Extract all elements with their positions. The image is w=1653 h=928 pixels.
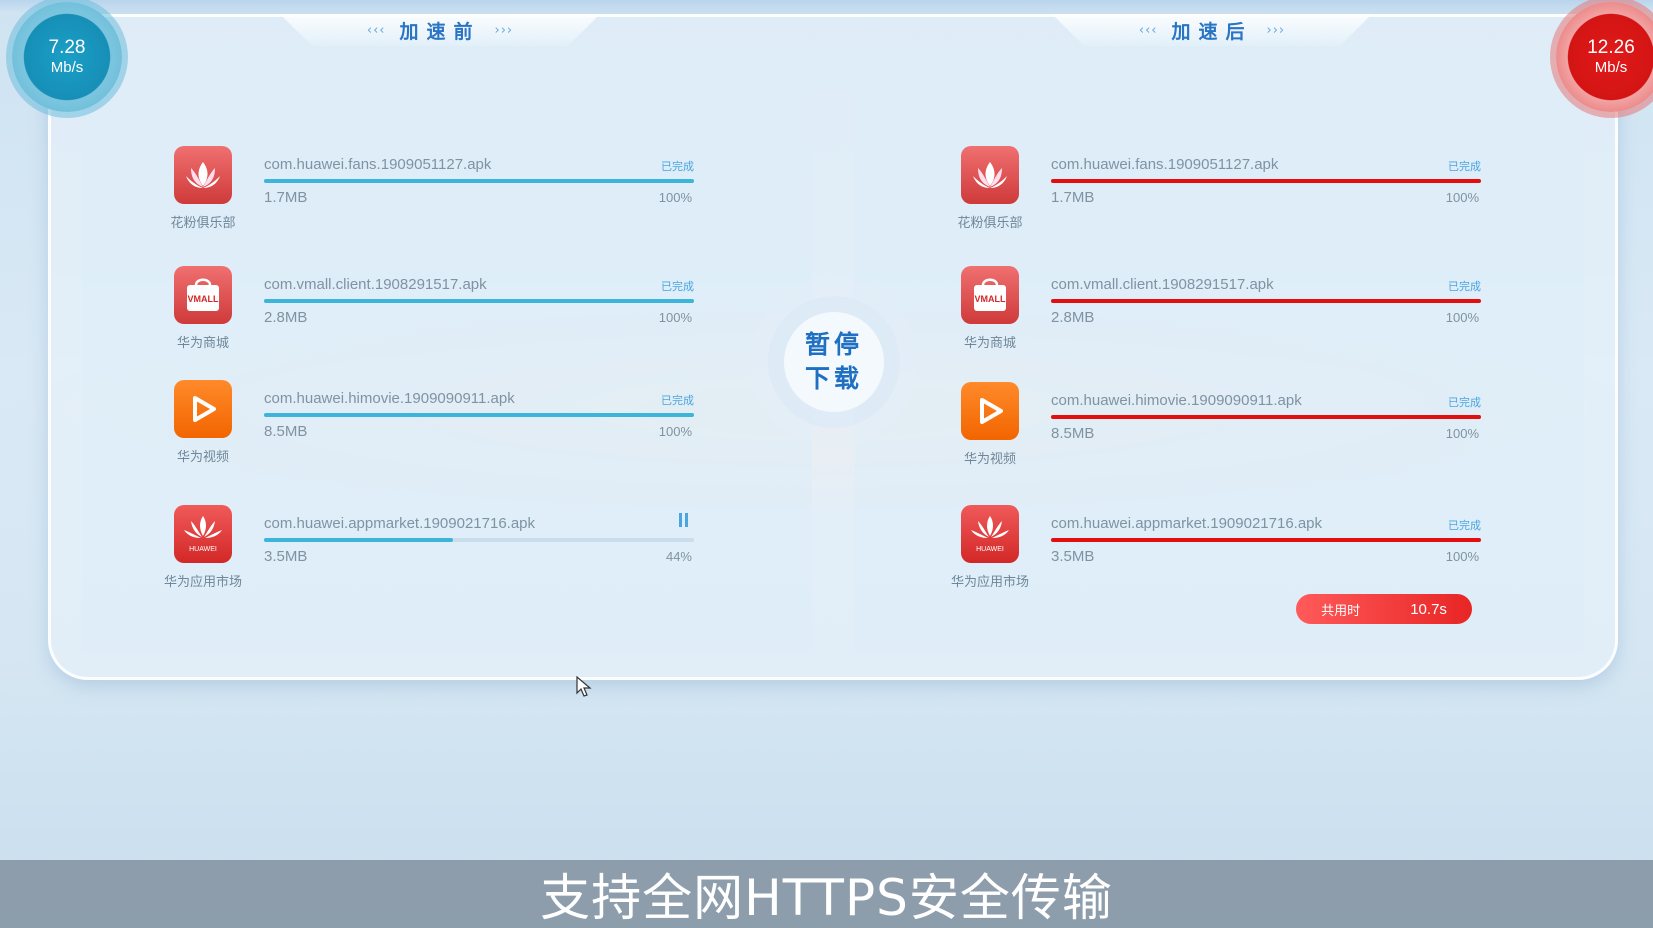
arrow-left-icon: ‹‹‹ — [366, 22, 386, 38]
caption-text: 支持全网HTTPS安全传输 — [540, 869, 1113, 927]
file-name: com.huawei.fans.1909051127.apk — [1051, 156, 1279, 173]
before-title: 加速前 — [399, 20, 481, 43]
app-name: 华为应用市场 — [163, 575, 242, 590]
status-badge: 已完成 — [661, 160, 694, 173]
progress-fill — [264, 413, 694, 417]
file-name: com.huawei.fans.1909051127.apk — [264, 156, 492, 173]
arrow-right-icon: ››› — [494, 22, 514, 38]
after-speed-unit: Mb/s — [1594, 59, 1628, 76]
svg-text:VMALL: VMALL — [975, 294, 1006, 304]
progress-bar — [1051, 538, 1481, 542]
file-size: 2.8MB — [264, 309, 308, 326]
progress-bar — [1051, 299, 1481, 303]
huawei-fans-icon — [174, 146, 232, 204]
huawei-appmarket-icon: HUAWEI — [961, 505, 1019, 563]
caption-bar: 支持全网HTTPS安全传输 — [0, 860, 1653, 928]
download-item: 花粉俱乐部 com.huawei.fans.1909051127.apk 已完成 1.… — [170, 146, 714, 256]
huawei-video-icon — [961, 382, 1019, 440]
file-name: com.huawei.appmarket.1909021716.apk — [264, 515, 536, 532]
progress-bar — [1051, 179, 1481, 183]
before-speed-unit: Mb/s — [50, 59, 84, 76]
after-header: ‹‹‹ 加速后 ››› — [1052, 14, 1372, 46]
progress-fill — [1051, 415, 1481, 419]
file-name: com.huawei.appmarket.1909021716.apk — [1051, 515, 1323, 532]
download-item: VMALL 华为商城 com.vmall.client.1908291517.apk… — [174, 266, 714, 376]
file-size: 1.7MB — [264, 189, 308, 206]
download-item: VMALL 华为商城 com.vmall.client.1908291517.apk… — [961, 266, 1501, 376]
file-size: 3.5MB — [264, 548, 308, 565]
svg-text:HUAWEI: HUAWEI — [976, 546, 1004, 553]
progress-percent: 100% — [1445, 190, 1479, 205]
pause-download-line2: 下载 — [804, 364, 863, 393]
progress-percent: 100% — [1445, 549, 1479, 564]
app-name: 花粉俱乐部 — [170, 216, 236, 231]
mouse-cursor-icon — [576, 676, 592, 697]
pause-download-line1: 暂停 — [804, 330, 863, 359]
huawei-video-icon — [174, 380, 232, 438]
total-time-label: 共用时 — [1321, 603, 1361, 619]
before-speed-badge: 7.28 Mb/s — [12, 2, 122, 112]
progress-bar — [264, 299, 694, 303]
file-size: 3.5MB — [1051, 548, 1095, 565]
progress-percent: 100% — [658, 190, 692, 205]
file-size: 1.7MB — [1051, 189, 1095, 206]
huawei-fans-icon — [961, 146, 1019, 204]
progress-bar — [264, 413, 694, 417]
app-name: 花粉俱乐部 — [957, 216, 1023, 231]
after-title: 加速后 — [1171, 20, 1253, 43]
progress-fill — [264, 179, 694, 183]
app-name: 华为商城 — [963, 336, 1016, 351]
app-name: 华为商城 — [176, 336, 229, 351]
status-badge: 已完成 — [661, 280, 694, 293]
progress-percent: 100% — [1445, 310, 1479, 325]
file-size: 8.5MB — [1051, 425, 1095, 442]
download-item: HUAWEI 华为应用市场 com.huawei.appmarket.1909021… — [164, 505, 714, 615]
app-name: 华为应用市场 — [950, 575, 1029, 590]
file-name: com.vmall.client.1908291517.apk — [264, 276, 487, 293]
file-name: com.vmall.client.1908291517.apk — [1051, 276, 1274, 293]
progress-percent: 100% — [658, 424, 692, 439]
arrow-right-icon: ››› — [1266, 22, 1286, 38]
progress-bar — [264, 179, 694, 183]
after-speed-value: 12.26 — [1587, 37, 1635, 58]
download-item: 华为视频 com.huawei.himovie.1909090911.apk 已完成… — [961, 382, 1501, 492]
status-badge: 已完成 — [1448, 160, 1481, 173]
before-speed-value: 7.28 — [48, 37, 86, 58]
vmall-icon: VMALL — [174, 266, 232, 324]
progress-fill — [1051, 299, 1481, 303]
before-header: ‹‹‹ 加速前 ››› — [280, 14, 600, 46]
progress-fill — [264, 299, 694, 303]
status-badge: 已完成 — [1448, 280, 1481, 293]
pause-icon[interactable] — [679, 513, 693, 529]
status-badge: 已完成 — [1448, 519, 1481, 532]
progress-percent: 44% — [665, 549, 692, 564]
pause-download-button[interactable]: 暂停 下载 — [784, 312, 884, 412]
svg-text:VMALL: VMALL — [188, 294, 219, 304]
download-item: 华为视频 com.huawei.himovie.1909090911.apk 已完成… — [174, 380, 714, 490]
file-name: com.huawei.himovie.1909090911.apk — [264, 390, 515, 407]
total-time-value: 10.7s — [1410, 600, 1447, 618]
progress-fill — [264, 538, 454, 542]
vmall-icon: VMALL — [961, 266, 1019, 324]
status-badge: 已完成 — [1448, 396, 1481, 409]
svg-text:HUAWEI: HUAWEI — [189, 546, 217, 553]
progress-bar — [1051, 415, 1481, 419]
progress-fill — [1051, 538, 1481, 542]
total-time-badge: 共用时 10.7s — [1296, 594, 1472, 624]
progress-percent: 100% — [1445, 426, 1479, 441]
download-item: 花粉俱乐部 com.huawei.fans.1909051127.apk 已完成 1.… — [957, 146, 1501, 256]
file-name: com.huawei.himovie.1909090911.apk — [1051, 392, 1302, 409]
progress-percent: 100% — [658, 310, 692, 325]
arrow-left-icon: ‹‹‹ — [1138, 22, 1158, 38]
top-strip — [0, 0, 1653, 14]
app-name: 华为视频 — [176, 450, 229, 465]
file-size: 2.8MB — [1051, 309, 1095, 326]
progress-bar — [264, 538, 694, 542]
app-name: 华为视频 — [963, 452, 1016, 467]
huawei-appmarket-icon: HUAWEI — [174, 505, 232, 563]
progress-fill — [1051, 179, 1481, 183]
status-badge: 已完成 — [661, 394, 694, 407]
file-size: 8.5MB — [264, 423, 308, 440]
